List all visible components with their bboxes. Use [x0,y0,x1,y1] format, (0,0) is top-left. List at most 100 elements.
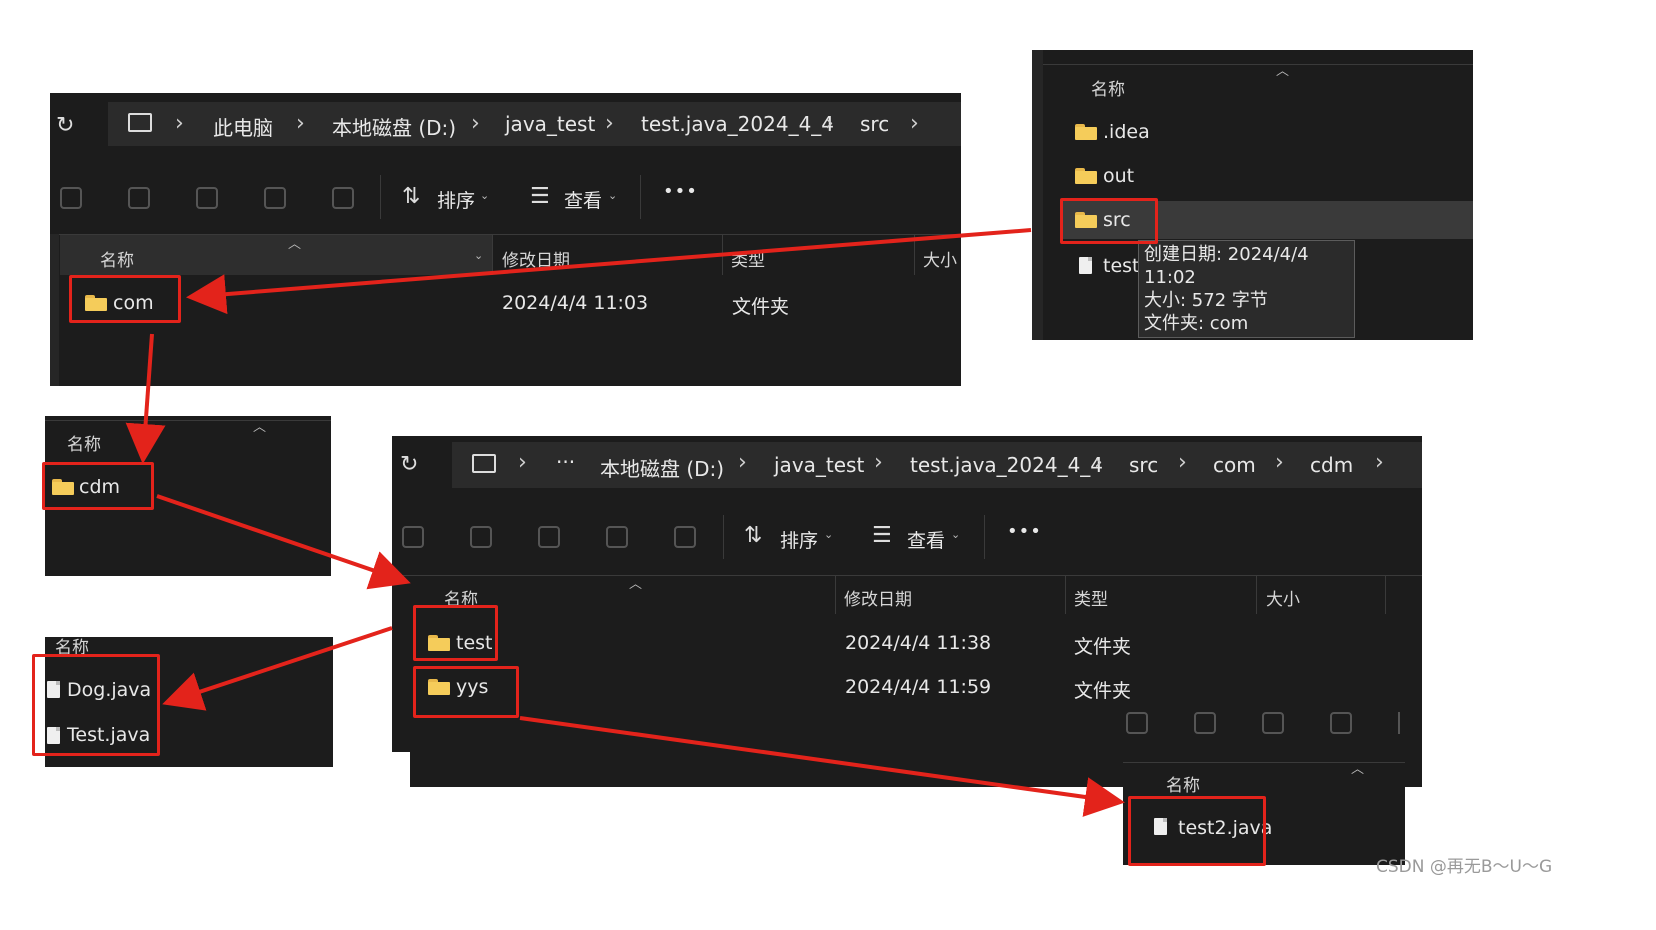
breadcrumb-this-pc[interactable]: 此电脑 [213,112,273,141]
folder-icon [1075,124,1097,140]
chevron-right-icon[interactable]: › [605,111,614,136]
column-divider[interactable] [835,576,836,614]
highlight-box-java-files [32,654,160,756]
chevron-right-icon[interactable]: › [1094,450,1103,475]
share-icon[interactable] [1330,712,1352,734]
file-type: 文件夹 [732,296,790,318]
column-header-date[interactable]: 修改日期 [844,585,912,610]
copy-icon[interactable] [402,526,424,548]
toolbar-divider [380,175,381,219]
chevron-right-icon[interactable]: › [175,111,184,136]
breadcrumb-java-test[interactable]: java_test [505,112,595,136]
paste-icon[interactable] [470,526,492,548]
delete-icon[interactable] [674,526,696,548]
breadcrumb-java-test[interactable]: java_test [774,453,864,477]
sort-icon[interactable]: ⇅ [744,523,762,548]
explorer-list-src-parent: ︿ 名称 .idea out src test. 创建日期: 2024/4/4 … [1032,50,1473,340]
breadcrumb-com[interactable]: com [1213,453,1256,477]
column-header-size[interactable]: 大小 [923,246,957,271]
refresh-icon[interactable]: ↻ [56,113,74,138]
chevron-right-icon[interactable]: › [1375,450,1384,475]
view-button[interactable]: 查看 [907,526,945,553]
chevron-right-icon[interactable]: › [1275,450,1284,475]
column-header-type[interactable]: 类型 [1074,585,1108,610]
column-header-name[interactable]: 名称 [67,430,101,455]
sort-icon[interactable]: ⇅ [402,184,420,209]
copy-icon[interactable] [1126,712,1148,734]
column-divider[interactable] [722,235,723,275]
rename-icon[interactable] [538,526,560,548]
column-divider[interactable] [1065,576,1066,614]
file-icon [1079,257,1092,274]
sort-button[interactable]: 排序 [437,186,475,213]
refresh-icon[interactable]: ↻ [400,452,418,477]
left-border [1032,50,1043,340]
paste-icon[interactable] [128,187,150,209]
view-button[interactable]: 查看 [564,186,602,213]
chevron-right-icon[interactable]: › [910,111,919,136]
tooltip-size: 大小: 572 字节 [1144,290,1268,311]
toolbar-divider [984,515,985,559]
column-header-date[interactable]: 修改日期 [502,246,570,271]
column-divider[interactable] [492,235,493,275]
rename-icon[interactable] [196,187,218,209]
chevron-right-icon[interactable]: › [518,450,527,475]
view-icon[interactable]: ☰ [872,523,892,548]
view-icon[interactable]: ☰ [530,184,550,209]
tooltip-created: 创建日期: 2024/4/4 11:02 [1144,244,1309,288]
breadcrumb-cdm[interactable]: cdm [1310,453,1353,477]
chevron-right-icon[interactable]: › [1178,450,1187,475]
header-divider [1043,64,1473,65]
column-header-size[interactable]: 大小 [1266,585,1300,610]
copy-icon[interactable] [60,187,82,209]
breadcrumb-local-disk[interactable]: 本地磁盘 (D:) [600,453,724,482]
breadcrumb-project[interactable]: test.java_2024_4_4 [910,453,1103,477]
toolbar-divider [640,175,641,219]
chevron-right-icon[interactable]: › [738,450,747,475]
chevron-down-icon: ⌄ [480,189,490,202]
item-name: .idea [1103,121,1150,143]
column-divider[interactable] [914,235,915,275]
chevron-right-icon[interactable]: › [296,111,305,136]
table-row[interactable]: com 2024/4/4 11:03 文件夹 [60,281,961,321]
delete-icon[interactable] [332,187,354,209]
breadcrumb-more[interactable]: ··· [556,450,575,474]
highlight-box-test [413,605,498,661]
breadcrumb-project[interactable]: test.java_2024_4_4 [641,112,834,136]
share-icon[interactable] [606,526,628,548]
breadcrumb-src[interactable]: src [860,112,889,136]
column-header-name[interactable]: 名称 [100,246,134,271]
file-type: 文件夹 [1074,636,1132,658]
sort-ascending-icon: ︿ [1276,64,1290,79]
list-item[interactable]: out [1044,158,1473,194]
chevron-right-icon[interactable]: › [874,450,883,475]
sort-button[interactable]: 排序 [780,526,818,553]
column-divider[interactable] [1256,576,1257,614]
folder-tooltip: 创建日期: 2024/4/4 11:02 大小: 572 字节 文件夹: com [1138,240,1355,338]
column-header-name[interactable]: 名称 [1166,771,1200,796]
rename-icon[interactable] [1262,712,1284,734]
more-options-button[interactable]: ••• [1007,521,1042,542]
paste-icon[interactable] [1194,712,1216,734]
sort-ascending-icon: ︿ [1351,762,1365,777]
tooltip-contents: 文件夹: com [1144,313,1249,334]
file-date: 2024/4/4 11:03 [502,292,649,314]
more-options-button[interactable]: ••• [663,181,698,202]
header-divider [392,575,1422,576]
list-item[interactable]: .idea [1044,114,1473,150]
column-divider[interactable] [1385,576,1386,614]
chevron-right-icon[interactable]: › [471,111,480,136]
breadcrumb-local-disk[interactable]: 本地磁盘 (D:) [332,112,456,141]
delete-icon[interactable] [1398,712,1408,734]
column-header-name[interactable]: 名称 [1091,75,1125,100]
breadcrumb-src[interactable]: src [1129,453,1158,477]
table-row[interactable]: test 2024/4/4 11:38 文件夹 [412,624,1422,664]
file-date: 2024/4/4 11:59 [845,676,992,698]
sort-ascending-icon: ︿ [288,237,302,252]
chevron-down-icon: ⌄ [608,189,618,202]
file-date: 2024/4/4 11:38 [845,632,992,654]
share-icon[interactable] [264,187,286,209]
column-header-type[interactable]: 类型 [731,246,765,271]
chevron-down-icon: ⌄ [474,249,484,262]
chevron-right-icon[interactable]: › [825,111,834,136]
